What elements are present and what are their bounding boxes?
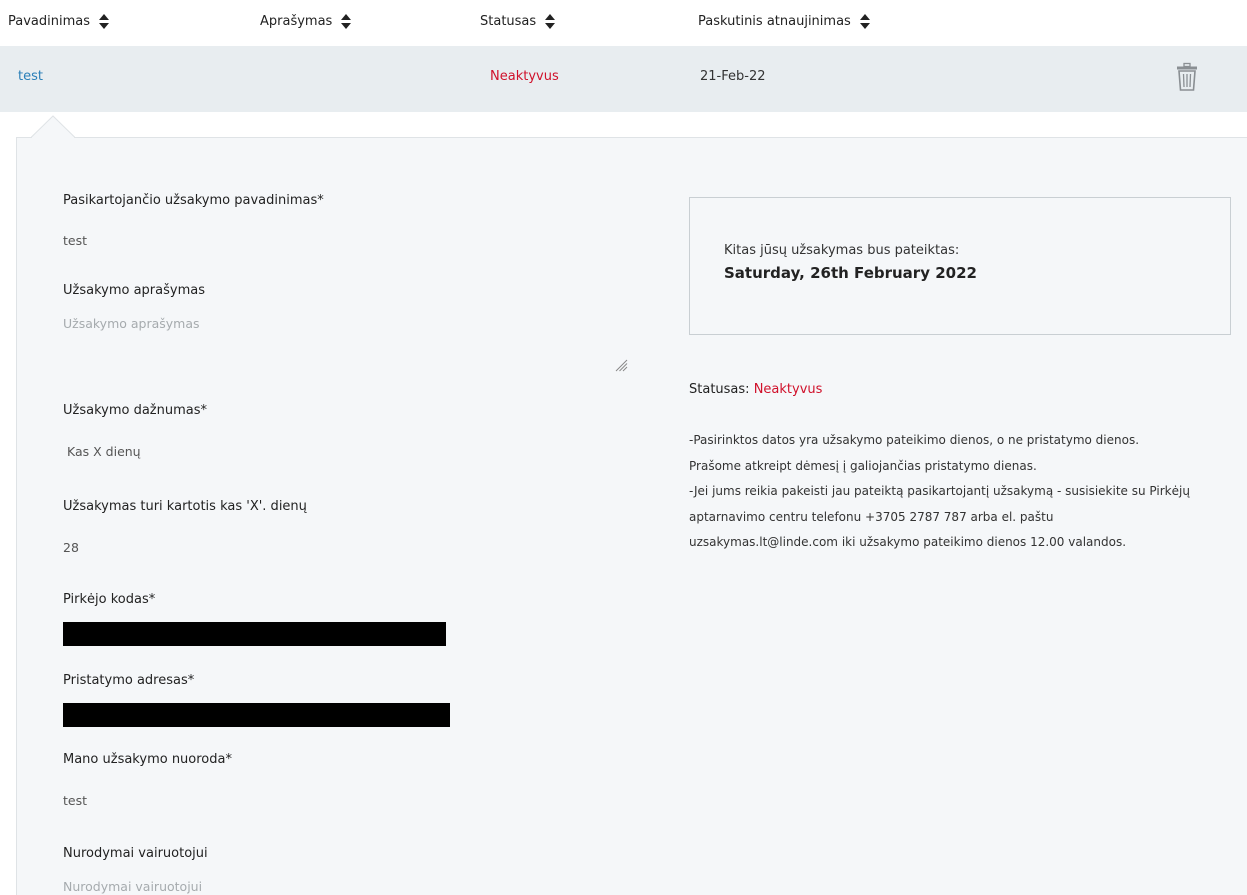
column-header-name[interactable]: Pavadinimas xyxy=(8,13,110,30)
info-line: -Pasirinktos datos yra užsakymo pateikim… xyxy=(689,433,1140,447)
buyer-code-label: Pirkėjo kodas* xyxy=(63,592,156,607)
info-line: aptarnavimo centru telefonu +3705 2787 7… xyxy=(689,509,1054,524)
sort-icon[interactable] xyxy=(544,13,556,30)
info-line: Prašome atkreipt dėmesį į galiojančias p… xyxy=(689,458,1037,473)
status-line: Statusas: Neaktyvus xyxy=(689,382,822,397)
repeat-days-field[interactable]: 28 xyxy=(63,540,79,555)
driver-notes-label: Nurodymai vairuotojui xyxy=(63,846,208,861)
buyer-code-field[interactable] xyxy=(63,622,446,646)
table-row[interactable]: test Neaktyvus 21-Feb-22 xyxy=(0,46,1247,112)
column-header-description-label: Aprašymas xyxy=(260,14,333,29)
column-header-name-label: Pavadinimas xyxy=(8,14,90,29)
next-order-date: Saturday, 26th February 2022 xyxy=(724,264,977,282)
sort-icon[interactable] xyxy=(859,13,871,30)
column-header-last-updated-label: Paskutinis atnaujinimas xyxy=(698,14,851,29)
column-header-status-label: Statusas xyxy=(480,14,537,29)
order-name-field[interactable]: test xyxy=(63,233,87,248)
description-label: Užsakymo aprašymas xyxy=(63,283,205,298)
sort-icon[interactable] xyxy=(98,13,110,30)
trash-icon[interactable] xyxy=(1175,62,1199,92)
panel-pointer xyxy=(31,115,75,138)
info-line: -Jei jums reikia pakeisti jau pateiktą p… xyxy=(689,484,1190,498)
description-textarea[interactable]: Užsakymo aprašymas xyxy=(63,316,200,331)
row-last-updated: 21-Feb-22 xyxy=(700,69,766,84)
delivery-address-label: Pristatymo adresas* xyxy=(63,673,195,688)
delivery-address-field[interactable] xyxy=(63,703,450,727)
next-order-notice: Kitas jūsų užsakymas bus pateiktas: Satu… xyxy=(689,197,1231,335)
frequency-select[interactable]: Kas X dienų xyxy=(67,444,141,459)
driver-notes-textarea[interactable]: Nurodymai vairuotojui xyxy=(63,879,202,894)
frequency-label: Užsakymo dažnumas* xyxy=(63,403,208,418)
info-text: -Pasirinktos datos yra užsakymo pateikim… xyxy=(689,428,1245,556)
order-name-label: Pasikartojančio užsakymo pavadinimas* xyxy=(63,193,324,208)
status-label: Statusas: xyxy=(689,382,754,397)
column-header-status[interactable]: Statusas xyxy=(480,13,556,30)
table-header: Pavadinimas Aprašymas Statusas Paskutini… xyxy=(0,0,1247,46)
resize-handle-icon[interactable] xyxy=(614,358,628,372)
column-header-description[interactable]: Aprašymas xyxy=(260,13,352,30)
column-header-last-updated[interactable]: Paskutinis atnaujinimas xyxy=(698,13,871,30)
order-reference-field[interactable]: test xyxy=(63,793,87,808)
repeat-days-label: Užsakymas turi kartotis kas 'X'. dienų xyxy=(63,499,307,514)
row-name-link[interactable]: test xyxy=(18,69,43,84)
order-reference-label: Mano užsakymo nuoroda* xyxy=(63,752,232,767)
info-line: uzsakymas.lt@linde.com iki užsakymo pate… xyxy=(689,535,1127,549)
next-order-text: Kitas jūsų užsakymas bus pateiktas: xyxy=(724,243,960,258)
sort-icon[interactable] xyxy=(340,13,352,30)
row-status: Neaktyvus xyxy=(490,69,559,84)
status-value: Neaktyvus xyxy=(753,382,823,397)
